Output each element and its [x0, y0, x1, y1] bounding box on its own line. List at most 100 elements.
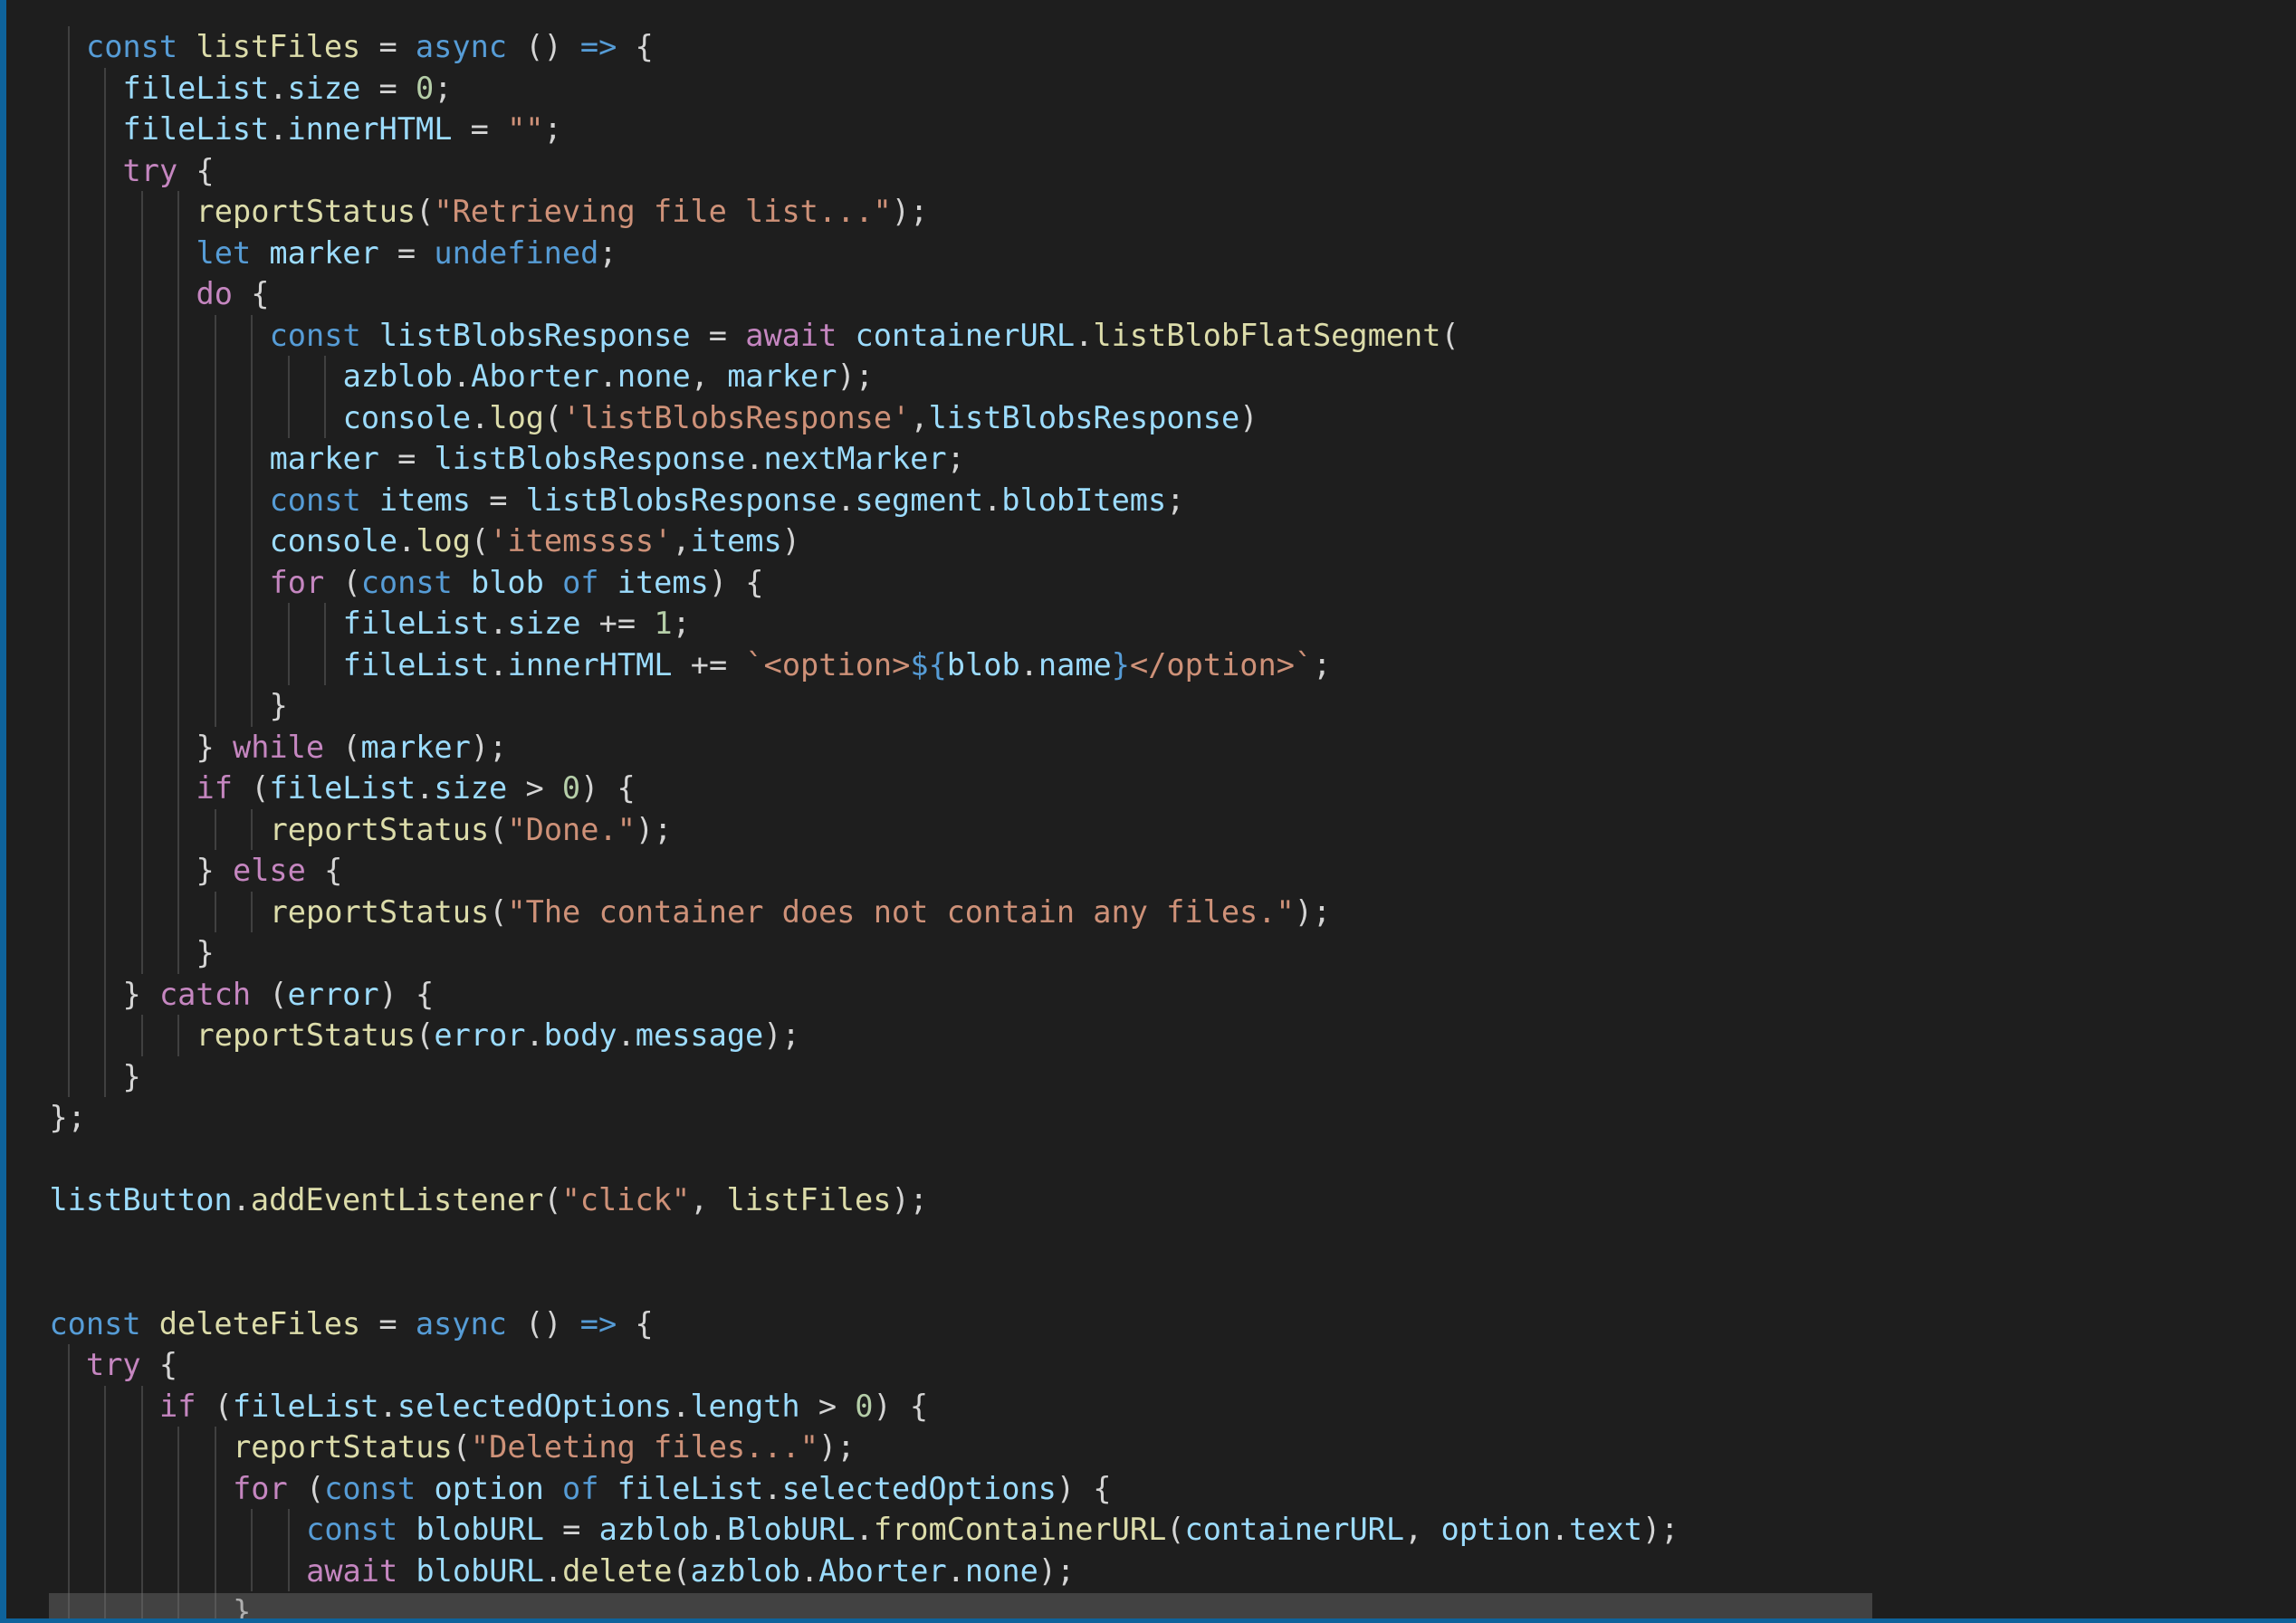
code-token: ( [1166, 1512, 1185, 1547]
indent-guide [140, 479, 143, 520]
indent-guide [214, 1550, 216, 1591]
code-token: ); [818, 1429, 856, 1465]
code-line[interactable]: reportStatus("Deleting files..."); [233, 1427, 855, 1468]
code-line[interactable]: let marker = undefined; [196, 233, 617, 274]
code-token: marker [727, 358, 837, 394]
code-line[interactable]: reportStatus("Retrieving file list..."); [196, 191, 929, 233]
code-line[interactable]: fileList.size = 0; [123, 68, 453, 110]
code-line[interactable]: listButton.addEventListener("click", lis… [49, 1179, 927, 1221]
indent-guide [177, 768, 180, 809]
code-line[interactable]: } [270, 685, 288, 727]
code-token: do [196, 276, 233, 311]
indent-guide [177, 726, 180, 768]
indent-guide [140, 1427, 143, 1468]
code-token: , [690, 358, 728, 394]
indent-guide [104, 314, 107, 356]
code-line[interactable]: } else { [196, 850, 343, 892]
indent-guide [251, 479, 254, 520]
code-token: selectedOptions [397, 1388, 673, 1424]
code-token: ( [543, 1182, 562, 1217]
code-line[interactable]: } [196, 932, 215, 974]
code-line[interactable]: console.log('itemssss',items) [270, 520, 800, 562]
code-area[interactable]: const listFiles = async () => {fileList.… [0, 0, 2296, 1623]
code-line[interactable]: reportStatus("The container does not con… [270, 892, 1332, 933]
code-token: innerHTML [287, 111, 453, 147]
indent-guide [67, 149, 70, 191]
code-token: const [86, 29, 178, 64]
code-line[interactable]: await blobURL.delete(azblob.Aborter.none… [306, 1551, 1075, 1592]
code-editor[interactable]: const listFiles = async () => {fileList.… [0, 0, 2296, 1623]
code-token: "The container does not contain any file… [507, 893, 1295, 930]
code-token: ( [544, 399, 563, 435]
code-line[interactable]: marker = listBlobsResponse.nextMarker; [270, 438, 965, 480]
code-token: . [855, 1512, 874, 1547]
code-token: const [49, 1305, 141, 1341]
code-line[interactable]: if (fileList.selectedOptions.length > 0)… [159, 1386, 928, 1427]
code-token: for [233, 1470, 288, 1506]
indent-guide [177, 1015, 180, 1056]
code-token: const [306, 1512, 398, 1547]
code-line[interactable]: const items = listBlobsResponse.segment.… [270, 480, 1185, 521]
code-line[interactable]: try { [123, 150, 215, 192]
code-token: ); [837, 358, 874, 394]
code-line[interactable]: const deleteFiles = async () => { [49, 1303, 653, 1345]
code-token: , [690, 1182, 727, 1217]
code-token: console [269, 523, 398, 559]
code-token: { [140, 1347, 178, 1382]
code-line[interactable]: azblob.Aborter.none, marker); [343, 356, 874, 397]
indent-guide [104, 191, 107, 233]
code-line[interactable]: } [123, 1056, 141, 1098]
code-line[interactable]: const blobURL = azblob.BlobURL.fromConta… [306, 1509, 1679, 1551]
indent-guide [140, 1467, 143, 1509]
code-token: containerURL [1184, 1512, 1405, 1547]
indent-guide [104, 273, 107, 315]
code-token: => [579, 29, 617, 64]
indent-guide [67, 520, 70, 562]
code-token: 0 [855, 1388, 874, 1424]
indent-guide [140, 850, 143, 892]
indent-guide [214, 356, 216, 397]
code-line[interactable]: console.log('listBlobsResponse',listBlob… [343, 397, 1258, 439]
code-line[interactable]: const listBlobsResponse = await containe… [270, 315, 1459, 357]
code-line[interactable]: reportStatus("Done."); [270, 809, 673, 851]
code-token: message [635, 1017, 764, 1053]
code-line[interactable]: if (fileList.size > 0) { [196, 768, 636, 809]
code-token: items [617, 564, 709, 600]
code-token: } [196, 935, 215, 970]
code-token: . [1019, 646, 1038, 683]
horizontal-scrollbar[interactable] [49, 1593, 1872, 1618]
code-line[interactable]: } catch (error) { [123, 974, 435, 1016]
code-token: ( [287, 1470, 325, 1506]
code-line[interactable]: for (const option of fileList.selectedOp… [233, 1468, 1111, 1510]
code-token: none [964, 1552, 1038, 1589]
code-token: ) { [580, 770, 636, 806]
code-token: . [983, 482, 1002, 518]
code-line[interactable]: fileList.innerHTML += `<option>${blob.na… [343, 644, 1332, 686]
code-line[interactable]: for (const blob of items) { [270, 562, 764, 604]
code-line[interactable]: reportStatus(error.body.message); [196, 1015, 800, 1056]
code-token: reportStatus [196, 194, 416, 229]
indent-guide [251, 438, 254, 480]
code-line[interactable]: fileList.size += 1; [343, 603, 691, 644]
indent-guide [251, 396, 254, 438]
indent-guide [67, 561, 70, 603]
code-token: { [617, 1305, 654, 1341]
code-token: marker [269, 441, 379, 476]
code-token: `<option> [745, 646, 911, 683]
indent-guide [67, 932, 70, 974]
code-line[interactable]: do { [196, 273, 270, 315]
indent-guide [177, 191, 180, 233]
code-token: option [434, 1470, 544, 1506]
code-line[interactable]: fileList.innerHTML = ""; [123, 109, 562, 150]
indent-guide [104, 479, 107, 520]
code-line[interactable]: }; [49, 1097, 85, 1139]
code-line[interactable]: } while (marker); [196, 727, 508, 769]
indent-guide [67, 438, 70, 480]
code-token: await [306, 1552, 398, 1589]
code-token: selectedOptions [781, 1470, 1057, 1506]
code-line[interactable]: const listFiles = async () => { [86, 26, 654, 68]
code-line[interactable]: try { [86, 1344, 177, 1386]
